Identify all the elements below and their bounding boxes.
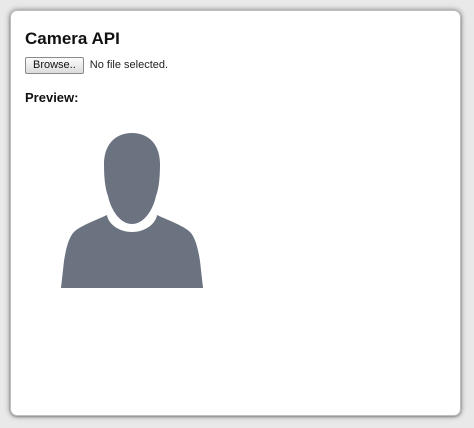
page-title: Camera API <box>25 29 120 48</box>
file-input: Browse.. No file selected. <box>25 56 168 74</box>
browse-button[interactable]: Browse.. <box>25 56 84 74</box>
file-status-text: No file selected. <box>89 59 169 71</box>
preview-image <box>61 133 204 288</box>
preview-label: Preview: <box>25 90 79 105</box>
camera-api-panel: Camera API Browse.. No file selected. Pr… <box>10 10 461 416</box>
user-silhouette-icon <box>61 133 203 288</box>
